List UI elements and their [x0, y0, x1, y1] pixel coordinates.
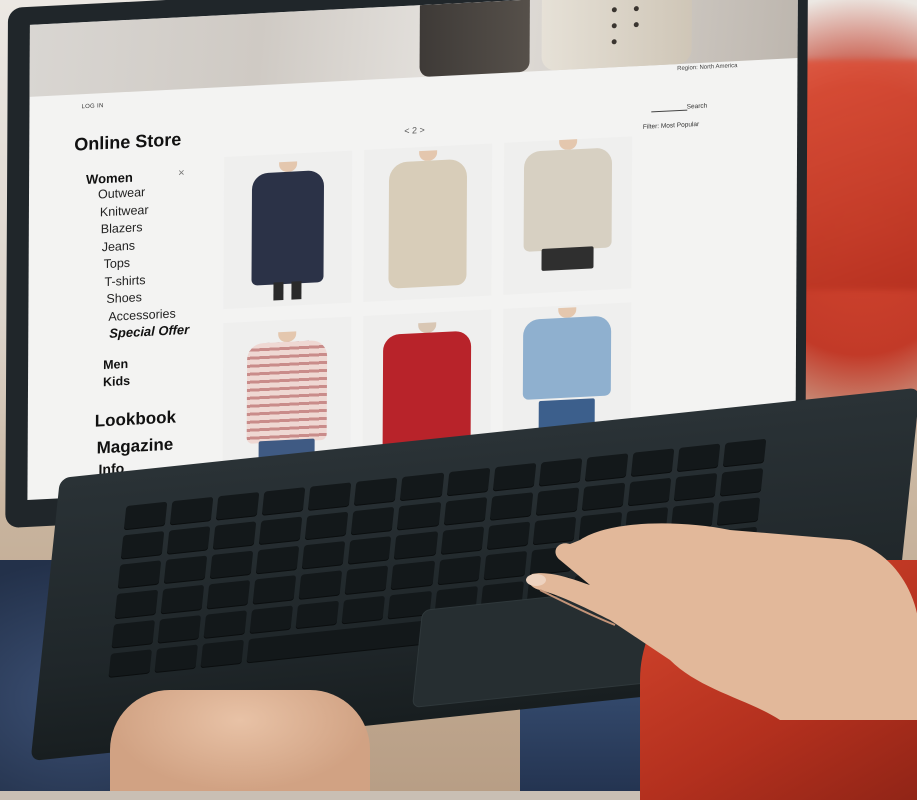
hero-dark-coat — [419, 0, 530, 78]
region-selector[interactable]: Region: North America — [677, 63, 737, 72]
model-image — [247, 160, 328, 304]
product-card[interactable] — [223, 150, 353, 310]
store-title: Online Store — [74, 129, 182, 155]
nav-lookbook[interactable]: Lookbook — [95, 403, 189, 435]
product-card[interactable] — [363, 143, 493, 302]
login-link[interactable]: LOG IN — [81, 103, 103, 110]
hero-trench-coat — [541, 0, 692, 71]
close-icon[interactable]: × — [178, 167, 185, 179]
search-input[interactable] — [651, 109, 688, 113]
category-nav: Women × Outwear Knitwear Blazers Jeans T… — [85, 167, 191, 479]
left-hand — [110, 690, 370, 791]
model-image — [382, 148, 473, 297]
pagination[interactable]: < 2 > — [404, 125, 425, 136]
filter-dropdown[interactable]: Filter: Most Popular — [643, 121, 699, 131]
model-image — [521, 137, 614, 272]
product-card[interactable] — [503, 136, 633, 295]
model-image — [521, 305, 614, 440]
right-hand — [526, 523, 917, 720]
search-label[interactable]: Search — [687, 103, 708, 111]
